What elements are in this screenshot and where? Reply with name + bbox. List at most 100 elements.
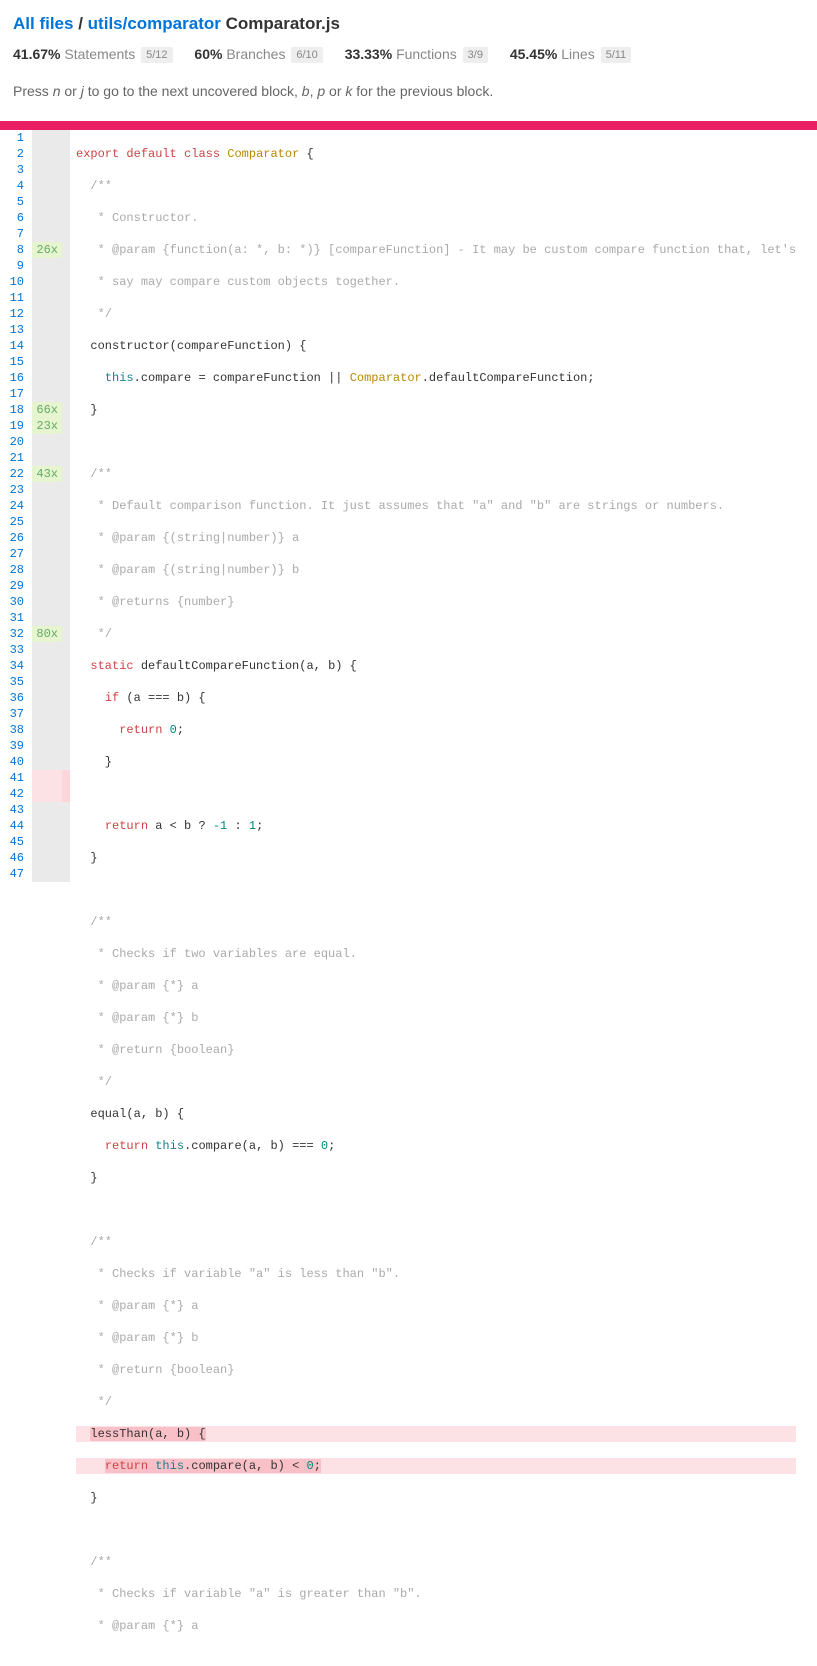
line-number[interactable]: 18 xyxy=(0,402,26,418)
coverage-cell xyxy=(62,210,70,226)
line-number[interactable]: 38 xyxy=(0,722,26,738)
source-line: * @param {function(a: *, b: *)} [compare… xyxy=(76,242,796,258)
hit-count xyxy=(32,546,62,562)
source-line: } xyxy=(76,1490,796,1506)
line-number[interactable]: 20 xyxy=(0,434,26,450)
coverage-cell xyxy=(62,546,70,562)
line-number[interactable]: 31 xyxy=(0,610,26,626)
hit-count xyxy=(32,498,62,514)
source-line: return 0; xyxy=(76,722,796,738)
metric-statements: 41.67% Statements 5/12 xyxy=(13,46,173,63)
line-number[interactable]: 8 xyxy=(0,242,26,258)
metric-fraction: 5/12 xyxy=(141,47,172,63)
hit-count xyxy=(32,834,62,850)
hit-count: 43x xyxy=(32,466,62,482)
line-number[interactable]: 29 xyxy=(0,578,26,594)
coverage-cell xyxy=(62,370,70,386)
hit-count xyxy=(32,306,62,322)
line-number[interactable]: 1 xyxy=(0,130,26,146)
line-number[interactable]: 33 xyxy=(0,642,26,658)
coverage-cell xyxy=(62,834,70,850)
coverage-cell xyxy=(62,306,70,322)
hit-count xyxy=(32,338,62,354)
coverage-cell xyxy=(62,258,70,274)
line-number[interactable]: 21 xyxy=(0,450,26,466)
breadcrumb-path-link[interactable]: utils/comparator xyxy=(88,14,221,33)
line-number[interactable]: 11 xyxy=(0,290,26,306)
hit-count: 23x xyxy=(32,418,62,434)
line-number[interactable]: 6 xyxy=(0,210,26,226)
line-number[interactable]: 7 xyxy=(0,226,26,242)
line-number[interactable]: 45 xyxy=(0,834,26,850)
line-number[interactable]: 24 xyxy=(0,498,26,514)
source-line: if (a === b) { xyxy=(76,690,796,706)
source-line: } xyxy=(76,754,796,770)
source-line: * @param {*} a xyxy=(76,1298,796,1314)
line-number[interactable]: 5 xyxy=(0,194,26,210)
line-number[interactable]: 23 xyxy=(0,482,26,498)
line-number[interactable]: 25 xyxy=(0,514,26,530)
source-line xyxy=(76,786,796,802)
line-number[interactable]: 28 xyxy=(0,562,26,578)
source-line: */ xyxy=(76,306,796,322)
line-number[interactable]: 32 xyxy=(0,626,26,642)
source-column[interactable]: export default class Comparator { /** * … xyxy=(70,130,796,1666)
coverage-status-bar xyxy=(0,121,817,130)
coverage-cell xyxy=(62,162,70,178)
line-number[interactable]: 14 xyxy=(0,338,26,354)
breadcrumb-root-link[interactable]: All files xyxy=(13,14,73,33)
line-number[interactable]: 27 xyxy=(0,546,26,562)
metric-fraction: 3/9 xyxy=(463,47,488,63)
coverage-cell xyxy=(62,642,70,658)
line-number[interactable]: 42 xyxy=(0,786,26,802)
line-number[interactable]: 15 xyxy=(0,354,26,370)
line-number[interactable]: 12 xyxy=(0,306,26,322)
hit-count xyxy=(32,482,62,498)
coverage-cell xyxy=(62,578,70,594)
hit-count xyxy=(32,594,62,610)
line-number[interactable]: 46 xyxy=(0,850,26,866)
source-line: return a < b ? -1 : 1; xyxy=(76,818,796,834)
line-number[interactable]: 40 xyxy=(0,754,26,770)
hit-count xyxy=(32,754,62,770)
line-number[interactable]: 17 xyxy=(0,386,26,402)
hit-count xyxy=(32,578,62,594)
line-number[interactable]: 2 xyxy=(0,146,26,162)
source-line: * @return {boolean} xyxy=(76,1362,796,1378)
line-number[interactable]: 47 xyxy=(0,866,26,882)
source-code-pane: 1234567891011121314151617181920212223242… xyxy=(0,130,817,1666)
line-number[interactable]: 3 xyxy=(0,162,26,178)
line-number[interactable]: 9 xyxy=(0,258,26,274)
line-number[interactable]: 22 xyxy=(0,466,26,482)
line-number[interactable]: 44 xyxy=(0,818,26,834)
line-number[interactable]: 37 xyxy=(0,706,26,722)
line-number[interactable]: 26 xyxy=(0,530,26,546)
coverage-cell xyxy=(62,770,70,786)
source-line: * Checks if two variables are equal. xyxy=(76,946,796,962)
line-number[interactable]: 16 xyxy=(0,370,26,386)
line-number[interactable]: 13 xyxy=(0,322,26,338)
line-number[interactable]: 41 xyxy=(0,770,26,786)
coverage-cell xyxy=(62,722,70,738)
hit-count xyxy=(32,178,62,194)
line-number[interactable]: 43 xyxy=(0,802,26,818)
breadcrumb-file: Comparator.js xyxy=(226,14,340,33)
hit-count xyxy=(32,818,62,834)
hit-count xyxy=(32,610,62,626)
source-line: static defaultCompareFunction(a, b) { xyxy=(76,658,796,674)
line-number[interactable]: 34 xyxy=(0,658,26,674)
coverage-cell xyxy=(62,674,70,690)
coverage-cell xyxy=(62,594,70,610)
source-line: return this.compare(a, b) < 0; xyxy=(76,1458,796,1474)
hit-count xyxy=(32,530,62,546)
coverage-cell xyxy=(62,610,70,626)
line-number[interactable]: 4 xyxy=(0,178,26,194)
line-number[interactable]: 35 xyxy=(0,674,26,690)
line-number[interactable]: 19 xyxy=(0,418,26,434)
line-number[interactable]: 39 xyxy=(0,738,26,754)
source-line: * Default comparison function. It just a… xyxy=(76,498,796,514)
line-number[interactable]: 36 xyxy=(0,690,26,706)
line-number[interactable]: 10 xyxy=(0,274,26,290)
source-line: } xyxy=(76,1170,796,1186)
line-number[interactable]: 30 xyxy=(0,594,26,610)
